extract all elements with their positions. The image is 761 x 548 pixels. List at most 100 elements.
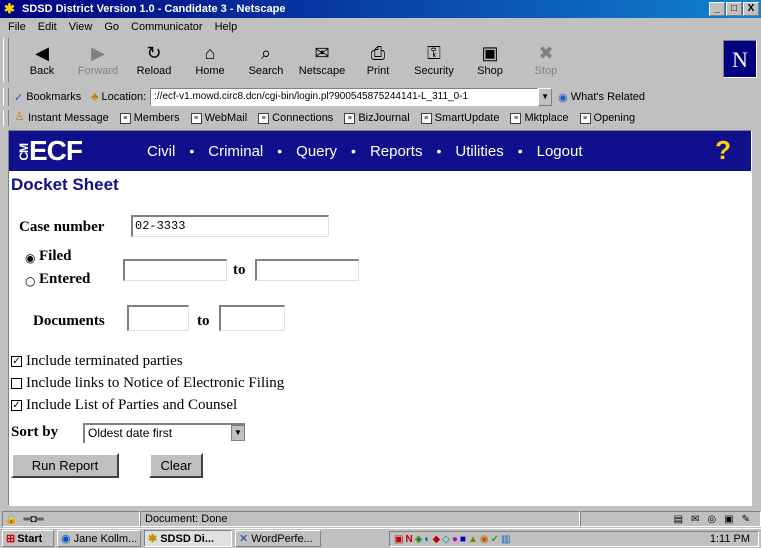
tray-icon[interactable]: ◉ [480, 534, 489, 545]
instant-message-icon: ♙ [14, 110, 25, 123]
wordperfect-icon: ✕ [239, 533, 249, 545]
include-terminated-checkbox[interactable]: ✓ [11, 356, 22, 367]
windows-logo-icon: ⊞ [6, 533, 16, 545]
component-mail-icon[interactable]: ✉ [691, 514, 699, 525]
url-input[interactable]: ://ecf-v1.mowd.circ8.dcn/cgi-bin/login.p… [150, 88, 539, 106]
window-title-bar[interactable]: ✱ SDSD District Version 1.0 - Candidate … [0, 0, 761, 18]
personal-item-connections[interactable]: ≡ Connections [258, 112, 333, 124]
search-button[interactable]: ⌕ Search [238, 38, 294, 82]
menu-communicator[interactable]: Communicator [125, 21, 209, 33]
personal-item-members[interactable]: ≡ Members [119, 112, 180, 124]
stop-button[interactable]: ✖ Stop [518, 38, 574, 82]
personal-item-webmail[interactable]: ≡ WebMail [190, 112, 247, 124]
case-number-input[interactable]: 02-3333 [131, 215, 329, 237]
whats-related-button[interactable]: ◉ What's Related [558, 91, 645, 104]
nav-query[interactable]: Query [296, 143, 337, 160]
personal-toolbar: ♙ Instant Message ≡ Members ≡ WebMail ≡ Connect… [0, 108, 761, 128]
nav-civil[interactable]: Civil [147, 143, 175, 160]
include-nef-links-label: Include links to Notice of Electronic Fi… [26, 375, 285, 391]
tray-icon[interactable]: ▲ [468, 534, 478, 545]
tray-icon[interactable]: ◇ [442, 534, 450, 545]
netscape-logo[interactable]: N [723, 40, 757, 78]
maximize-button[interactable]: □ [726, 2, 742, 16]
include-parties-label: Include List of Parties and Counsel [26, 397, 238, 413]
tray-icon[interactable]: ▥ [501, 534, 510, 545]
personal-item-opening[interactable]: ≡ Opening [579, 112, 635, 124]
date-from-input[interactable] [123, 259, 227, 281]
task-wordperfect[interactable]: ✕ WordPerfe... [235, 530, 321, 547]
reload-button[interactable]: ↻ Reload [126, 38, 182, 82]
nav-logout[interactable]: Logout [537, 143, 583, 160]
include-nef-links-checkbox[interactable] [11, 378, 22, 389]
entered-label: Entered [39, 271, 91, 287]
filed-radio[interactable]: ◉ [25, 251, 35, 265]
tray-icon[interactable]: N [405, 534, 412, 545]
start-button[interactable]: ⊞ Start [2, 530, 54, 547]
mail-icon: ◉ [61, 533, 71, 545]
personal-item-bizjournal[interactable]: ≡ BizJournal [344, 112, 410, 124]
security-button[interactable]: ⚿ Security [406, 38, 462, 82]
home-icon: ⌂ [204, 43, 216, 63]
clock[interactable]: 1:11 PM [710, 533, 750, 545]
date-to-input[interactable] [255, 259, 359, 281]
component-navigator-icon[interactable]: ▤ [674, 514, 683, 525]
page-title: Docket Sheet [11, 175, 119, 194]
navigation-toolbar: ◀ Back ▶ Forward ↻ Reload ⌂ Home ⌕ Search ✉ Netscap… [0, 36, 761, 84]
date-to-label: to [233, 262, 246, 278]
nav-criminal[interactable]: Criminal [208, 143, 263, 160]
ecf-nav-bar: CMECF Civil • Criminal • Query • Reports… [9, 131, 751, 171]
menu-edit[interactable]: Edit [32, 21, 63, 33]
include-parties-checkbox[interactable]: ✓ [11, 400, 22, 411]
tray-icon[interactable]: ▣ [394, 534, 403, 545]
personal-item-mktplace[interactable]: ≡ Mktplace [510, 112, 569, 124]
nav-utilities[interactable]: Utilities [455, 143, 503, 160]
component-discussion-icon[interactable]: ◎ [707, 514, 716, 525]
sort-by-select[interactable]: Oldest date first ▼ [83, 423, 245, 443]
ecf-logo[interactable]: CMECF [17, 135, 147, 167]
documents-from-input[interactable] [127, 305, 189, 331]
nav-separator: • [277, 143, 283, 159]
forward-button[interactable]: ▶ Forward [70, 38, 126, 82]
location-label: Location: [101, 91, 147, 103]
reload-icon: ↻ [146, 43, 162, 63]
shop-button[interactable]: ▣ Shop [462, 38, 518, 82]
tray-icon[interactable]: ◐ [424, 534, 430, 545]
help-icon[interactable]: ? [715, 135, 731, 166]
chevron-down-icon[interactable]: ▼ [231, 425, 245, 441]
component-edit-icon[interactable]: ✎ [742, 514, 750, 525]
close-button[interactable]: X [743, 2, 759, 16]
taskbar: ⊞ Start ◉ Jane Kollm... ✱ SDSD Di... ✕ W… [0, 528, 761, 548]
task-sdsd-district[interactable]: ✱ SDSD Di... [144, 530, 232, 547]
bookmark-page-icon: ≡ [344, 112, 356, 124]
location-icon[interactable]: ♣ [91, 91, 98, 103]
run-report-button[interactable]: Run Report [11, 453, 119, 478]
personal-item-instant-message[interactable]: ♙ Instant Message [14, 110, 109, 124]
minimize-button[interactable]: _ [709, 2, 725, 16]
documents-to-input[interactable] [219, 305, 285, 331]
print-button[interactable]: ⎙ Print [350, 38, 406, 82]
security-lock-icon[interactable]: 🔒 [5, 514, 17, 525]
clear-button[interactable]: Clear [149, 453, 203, 478]
url-dropdown-button[interactable]: ▼ [538, 88, 553, 106]
home-button[interactable]: ⌂ Home [182, 38, 238, 82]
tray-icon[interactable]: ◆ [432, 534, 440, 545]
menu-help[interactable]: Help [209, 21, 244, 33]
personal-item-smartupdate[interactable]: ≡ SmartUpdate [420, 112, 499, 124]
nav-reports[interactable]: Reports [370, 143, 423, 160]
bookmarks-button[interactable]: ✓ Bookmarks [14, 91, 81, 104]
tray-icon[interactable]: ■ [460, 534, 466, 545]
netscape-icon: ✉ [314, 43, 330, 63]
menu-view[interactable]: View [63, 21, 99, 33]
nav-separator: • [517, 143, 523, 159]
task-jane-kollm[interactable]: ◉ Jane Kollm... [57, 530, 141, 547]
tray-icon[interactable]: ◈ [415, 534, 423, 545]
tray-icon[interactable]: ✓ [491, 534, 499, 545]
back-button[interactable]: ◀ Back [14, 38, 70, 82]
menu-file[interactable]: File [2, 21, 32, 33]
entered-radio[interactable]: ○ [25, 274, 35, 288]
tray-icon[interactable]: ● [452, 534, 458, 545]
component-composer-icon[interactable]: ▣ [724, 514, 733, 525]
netscape-button[interactable]: ✉ Netscape [294, 38, 350, 82]
status-text: Document: Done [140, 511, 580, 527]
menu-go[interactable]: Go [98, 21, 125, 33]
